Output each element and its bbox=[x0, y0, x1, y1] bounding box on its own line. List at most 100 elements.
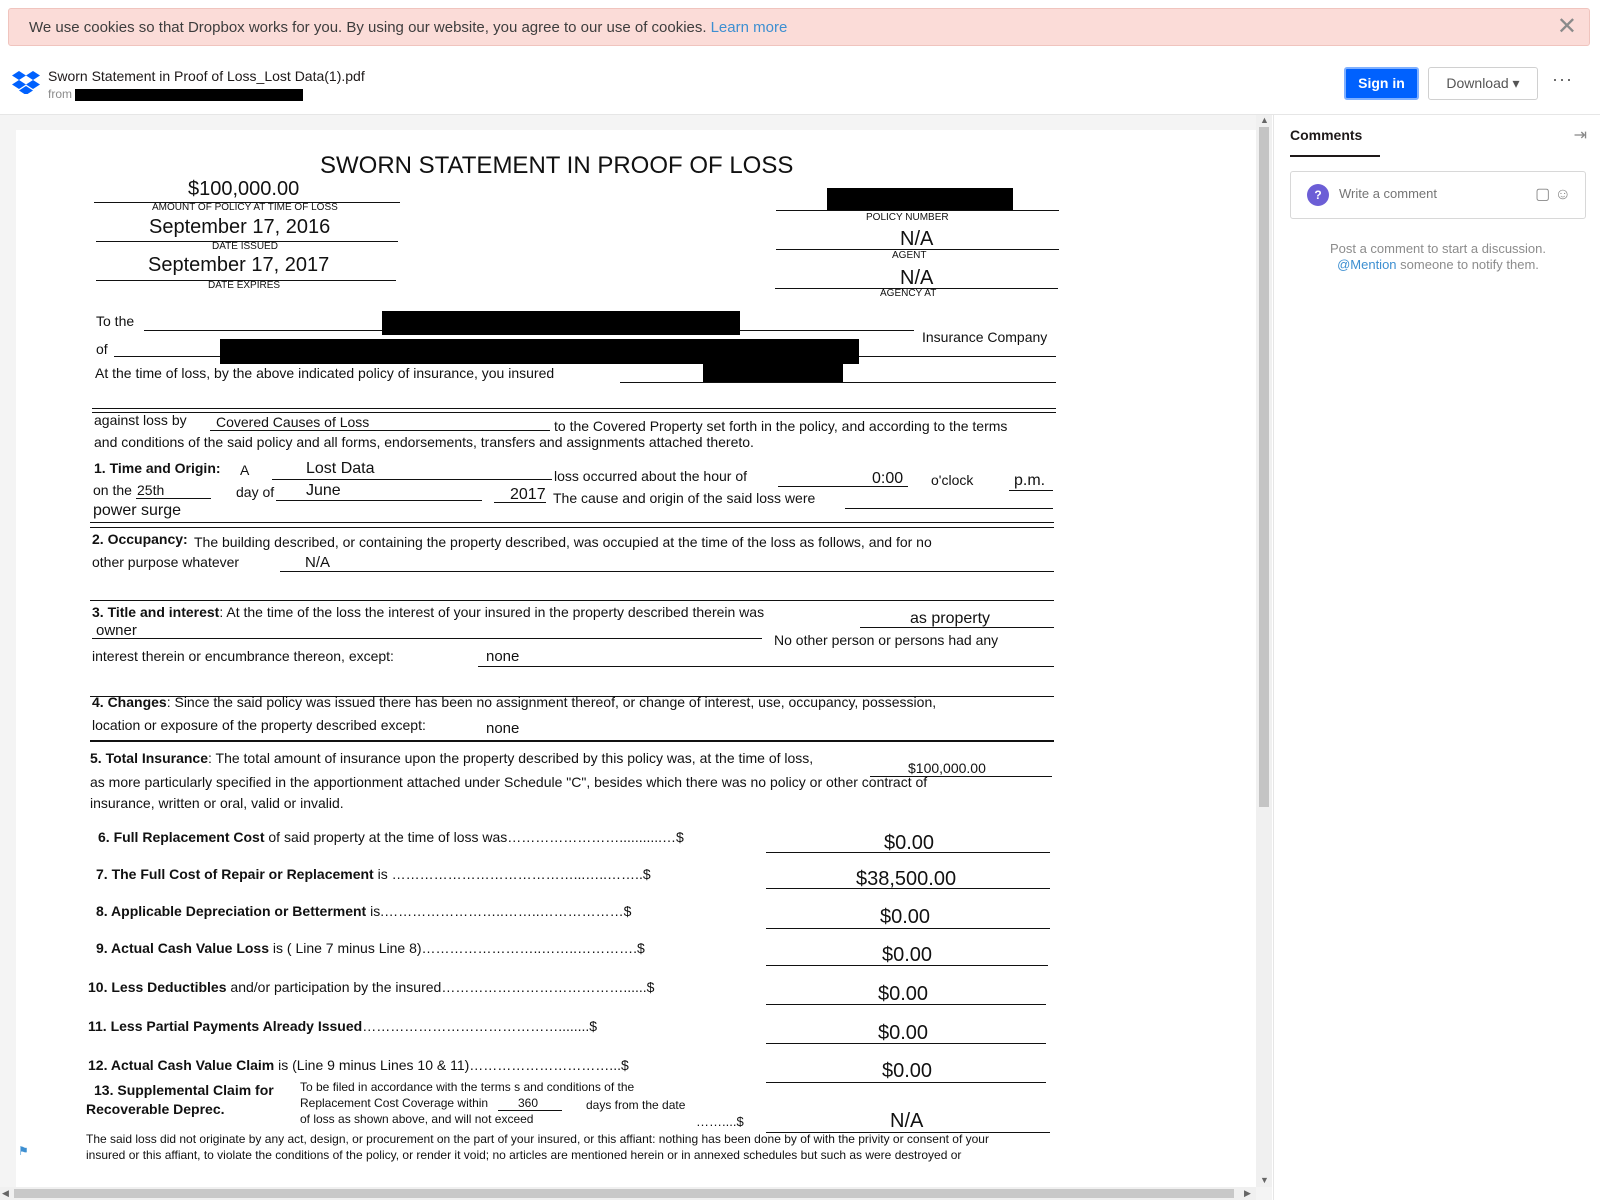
date-issued: September 17, 2016 bbox=[149, 216, 331, 238]
time-origin-a: A bbox=[240, 462, 250, 478]
line-11-text: ……………………………………........$ bbox=[362, 1018, 598, 1034]
line-12-value: $0.00 bbox=[882, 1060, 933, 1082]
line-6-rule bbox=[766, 852, 1050, 853]
avatar: ? bbox=[1307, 184, 1329, 206]
dropbox-logo-icon bbox=[12, 70, 40, 99]
tab-comments[interactable]: Comments bbox=[1290, 127, 1380, 157]
download-button[interactable]: Download ▾ bbox=[1428, 67, 1538, 100]
line-9-label: 9. Actual Cash Value Loss is ( Line 7 mi… bbox=[96, 940, 645, 956]
no-other-person-text: No other person or persons had any bbox=[774, 632, 999, 648]
line-11-value: $0.00 bbox=[878, 1022, 929, 1044]
comment-input[interactable] bbox=[1339, 186, 1519, 201]
title-interest-heading: 3. Title and interest bbox=[92, 604, 220, 620]
close-icon[interactable]: ✕ bbox=[1557, 15, 1577, 39]
amount-label: AMOUNT OF POLICY AT TIME OF LOSS bbox=[152, 202, 338, 213]
line-8-text: is.……………………..……..………………$ bbox=[366, 903, 632, 919]
flag-icon[interactable]: ⚑ bbox=[18, 1144, 29, 1158]
insurance-oral-text: insurance, written or oral, valid or inv… bbox=[90, 795, 344, 811]
line-13-text-2: Replacement Cost Coverage within bbox=[300, 1096, 489, 1110]
changes-line bbox=[90, 740, 1054, 742]
cause-text: The cause and origin of the said loss we… bbox=[553, 490, 816, 506]
line-6-text: of said property at the time of loss was… bbox=[264, 829, 684, 845]
line-8-label: 8. Applicable Depreciation or Betterment… bbox=[96, 903, 631, 919]
more-options-icon[interactable]: ··· bbox=[1552, 69, 1573, 90]
at-time-of-loss-text: At the time of loss, by the above indica… bbox=[95, 365, 555, 381]
date-expires: September 17, 2017 bbox=[148, 254, 330, 276]
covered-causes-value: Covered Causes of Loss bbox=[216, 414, 370, 430]
conditions-text: and conditions of the said policy and al… bbox=[94, 434, 754, 450]
other-purpose-text: other purpose whatever bbox=[92, 554, 240, 570]
interest-except-line bbox=[478, 666, 1054, 667]
cookie-message: We use cookies so that Dropbox works for… bbox=[29, 19, 707, 36]
line-10-rule bbox=[766, 1004, 1046, 1005]
date-issued-label: DATE ISSUED bbox=[212, 241, 278, 252]
vertical-scroll-thumb[interactable] bbox=[1259, 127, 1269, 807]
line-10-text: and/or participation by the insured……………… bbox=[226, 979, 655, 995]
scroll-down-icon[interactable]: ▼ bbox=[1260, 1175, 1269, 1185]
horizontal-scrollbar[interactable]: ◀ ▶ bbox=[0, 1187, 1256, 1200]
learn-more-link[interactable]: Learn more bbox=[711, 19, 788, 36]
line-9-text: is ( Line 7 minus Line 8)……………………..……..…… bbox=[269, 940, 645, 956]
hint-line-2-text: someone to notify them. bbox=[1400, 257, 1539, 272]
loss-occurred-text: loss occurred about the hour of bbox=[554, 468, 748, 484]
changes-except-value: none bbox=[486, 720, 520, 737]
line-13-days: 360 bbox=[518, 1096, 539, 1110]
pm-line bbox=[1009, 490, 1053, 491]
date-expires-label: DATE EXPIRES bbox=[208, 280, 281, 291]
comment-composer[interactable]: ? ▢ ☺ bbox=[1290, 171, 1586, 219]
comments-empty-hint: Post a comment to start a discussion. @M… bbox=[1290, 241, 1586, 273]
changes-label: 4. Changes: Since the said policy was is… bbox=[92, 694, 936, 710]
line-11-label: 11. Less Partial Payments Already Issued… bbox=[88, 1018, 597, 1034]
title-interest-line-1 bbox=[860, 627, 1054, 628]
line-8-value: $0.00 bbox=[880, 906, 931, 928]
scroll-right-icon[interactable]: ▶ bbox=[1244, 1188, 1251, 1199]
line-13-heading-2: Recoverable Deprec. bbox=[86, 1101, 225, 1117]
changes-heading: 4. Changes bbox=[92, 694, 167, 710]
cookie-banner: We use cookies so that Dropbox works for… bbox=[8, 8, 1590, 46]
day-of-label: day of bbox=[236, 484, 275, 500]
line-9-rule bbox=[766, 965, 1048, 966]
scroll-up-icon[interactable]: ▲ bbox=[1260, 115, 1269, 125]
agency-label: AGENCY AT bbox=[880, 288, 937, 299]
title-interest-value-1: as property bbox=[910, 610, 991, 627]
policy-number-line bbox=[776, 210, 1059, 211]
mention-link[interactable]: @Mention bbox=[1337, 257, 1396, 272]
cause-value: power surge bbox=[93, 502, 182, 519]
collapse-sidebar-icon[interactable]: ⇥ bbox=[1574, 125, 1587, 145]
horizontal-scroll-thumb[interactable] bbox=[14, 1189, 1234, 1198]
from-label: from bbox=[48, 87, 72, 101]
total-insurance-text: : The total amount of insurance upon the… bbox=[208, 750, 814, 766]
vertical-scrollbar[interactable]: ▲ ▼ bbox=[1256, 115, 1272, 1187]
line-10-label: 10. Less Deductibles and/or participatio… bbox=[88, 979, 654, 995]
agency-value: N/A bbox=[900, 267, 934, 289]
line-9-heading: 9. Actual Cash Value Loss bbox=[96, 940, 269, 956]
to-the-label: To the bbox=[96, 313, 135, 329]
line-12-label: 12. Actual Cash Value Claim is (Line 9 m… bbox=[88, 1057, 629, 1073]
line-11-heading: 11. Less Partial Payments Already Issued bbox=[88, 1018, 363, 1034]
line-13-dots: ……....$ bbox=[696, 1114, 744, 1129]
hint-line-2: @Mention someone to notify them. bbox=[1290, 257, 1586, 273]
line-8-heading: 8. Applicable Depreciation or Betterment bbox=[96, 903, 367, 919]
location-exposure-text: location or exposure of the property des… bbox=[92, 717, 426, 733]
total-insurance-label: 5. Total Insurance: The total amount of … bbox=[90, 750, 813, 766]
affidavit-text-1: The said loss did not originate by any a… bbox=[86, 1132, 989, 1146]
line-12-text: is (Line 9 minus Lines 10 & 11)………………………… bbox=[274, 1057, 629, 1073]
line-13-value: N/A bbox=[890, 1110, 924, 1132]
policy-number-label: POLICY NUMBER bbox=[866, 212, 949, 223]
redacted-insured-name bbox=[703, 364, 843, 382]
month-value: June bbox=[306, 482, 341, 499]
sign-in-button[interactable]: Sign in bbox=[1344, 67, 1419, 100]
agent-label: AGENT bbox=[892, 250, 927, 261]
line-10-heading: 10. Less Deductibles bbox=[88, 979, 227, 995]
line-6-heading: 6. Full Replacement Cost bbox=[98, 829, 265, 845]
line-13-text-3: of loss as shown above, and will not exc… bbox=[300, 1112, 534, 1126]
insured-line bbox=[620, 382, 1056, 383]
pdf-page: SWORN STATEMENT IN PROOF OF LOSS $100,00… bbox=[16, 130, 1256, 1200]
pm-value: p.m. bbox=[1014, 472, 1046, 489]
comment-tools-icon[interactable]: ▢ ☺ bbox=[1535, 184, 1571, 204]
line-7-rule bbox=[766, 888, 1050, 889]
scroll-left-icon[interactable]: ◀ bbox=[2, 1188, 9, 1199]
occupancy-line bbox=[280, 571, 1054, 572]
year-line bbox=[494, 502, 546, 503]
title-interest-text: : At the time of the loss the interest o… bbox=[219, 604, 765, 620]
